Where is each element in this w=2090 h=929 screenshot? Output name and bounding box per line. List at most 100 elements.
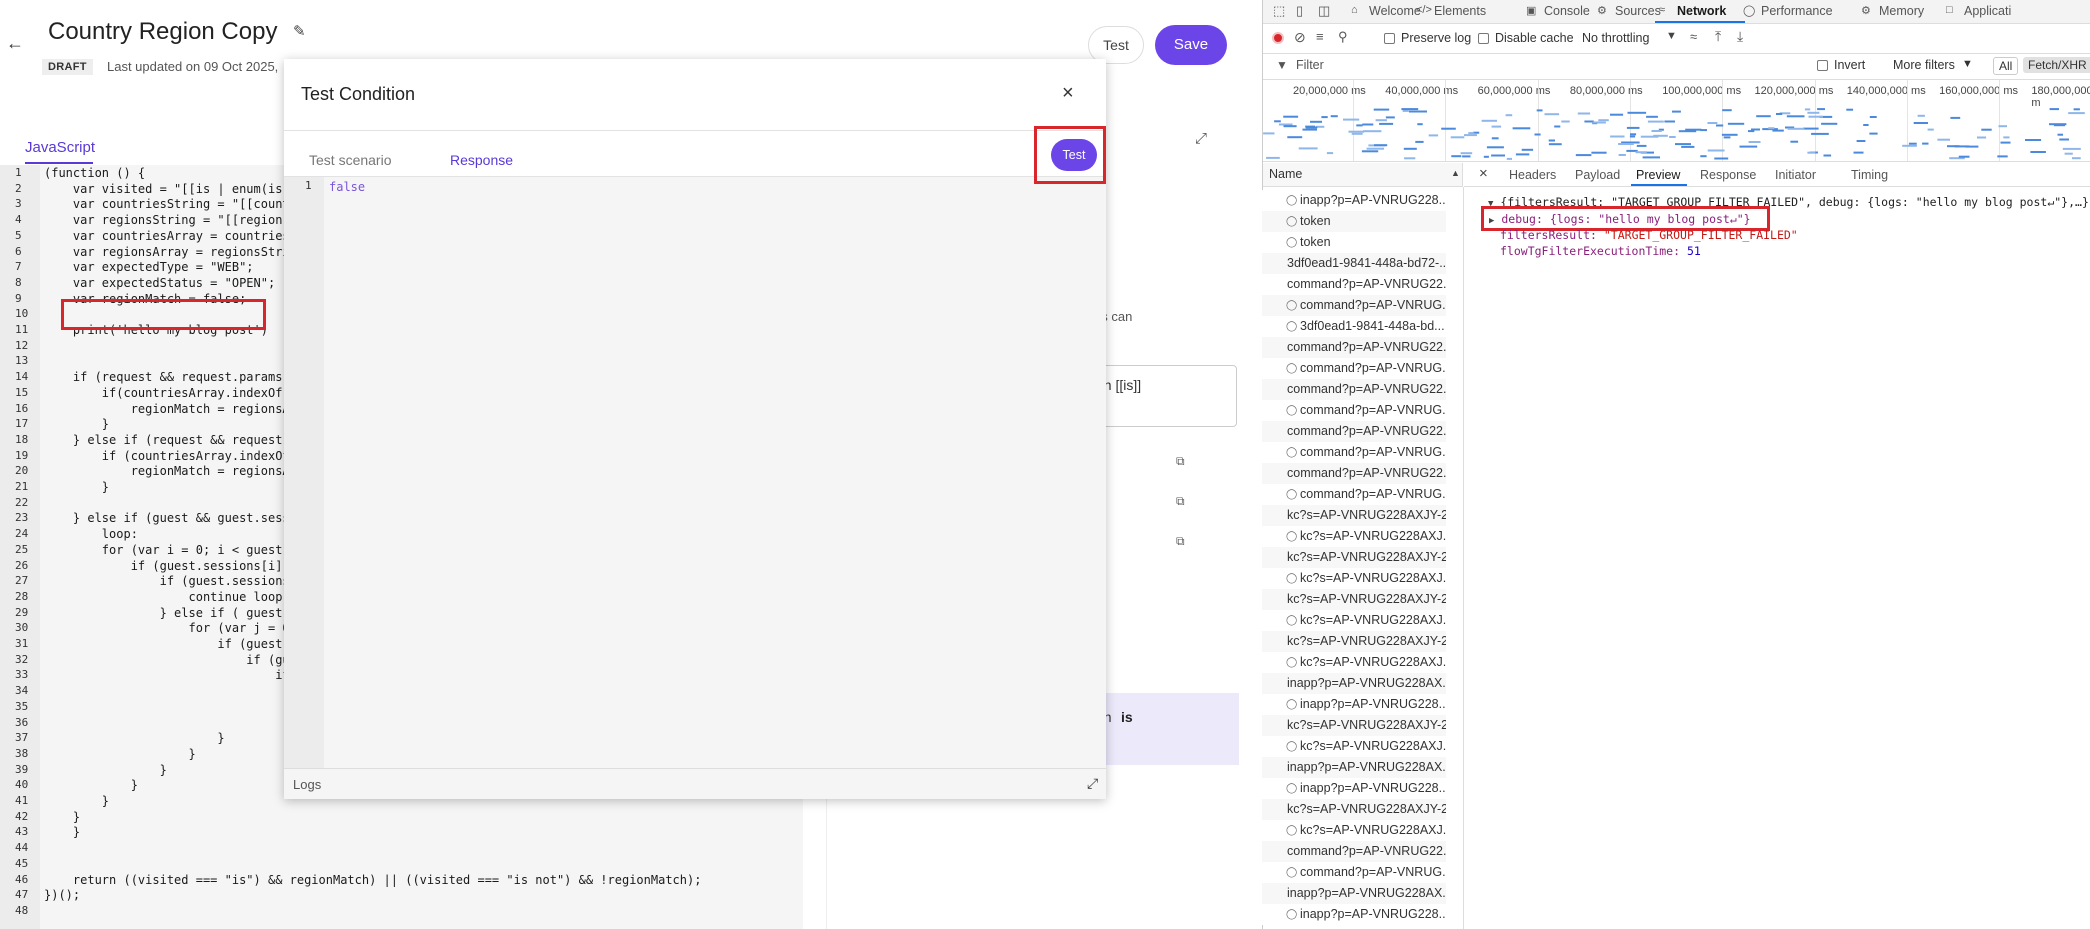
response-editor[interactable]: 1 false — [284, 176, 1106, 769]
request-row[interactable]: 3df0ead1-9841-448a-bd72-... — [1262, 253, 1446, 274]
devtools-tab[interactable]: Console — [1544, 4, 1590, 18]
detail-tab[interactable]: Headers — [1509, 168, 1556, 182]
request-row[interactable]: kc?s=AP-VNRUG228AXJY-2... — [1262, 631, 1446, 652]
request-status-icon: ◯ — [1286, 825, 1298, 836]
request-row[interactable]: command?p=AP-VNRUG22... — [1262, 463, 1446, 484]
request-row[interactable]: kc?s=AP-VNRUG228AXJY-2... — [1262, 715, 1446, 736]
devtools-tab[interactable]: Welcome — [1369, 4, 1421, 18]
disable-cache-checkbox[interactable] — [1478, 33, 1489, 44]
request-row[interactable]: command?p=AP-VNRUG22... — [1262, 337, 1446, 358]
detail-tab[interactable]: Timing — [1851, 168, 1888, 182]
devtools-tab[interactable]: Network — [1677, 4, 1726, 18]
tab-test-scenario[interactable]: Test scenario — [309, 152, 391, 168]
request-row[interactable]: ◯ 3df0ead1-9841-448a-bd... — [1262, 316, 1446, 337]
request-row[interactable]: ◯ inapp?p=AP-VNRUG228... — [1262, 190, 1446, 211]
filter-input[interactable]: Filter — [1296, 58, 1596, 72]
detail-tab[interactable]: Preview — [1636, 168, 1680, 182]
search-icon[interactable]: ⚲ — [1338, 29, 1348, 45]
timeline-bar — [1714, 157, 1729, 160]
request-row[interactable]: command?p=AP-VNRUG22... — [1262, 841, 1446, 862]
detail-tab[interactable]: Payload — [1575, 168, 1620, 182]
request-row[interactable]: kc?s=AP-VNRUG228AXJY-2... — [1262, 799, 1446, 820]
request-row[interactable]: kc?s=AP-VNRUG228AXJY-2... — [1262, 505, 1446, 526]
throttling-select[interactable]: No throttling — [1582, 31, 1649, 45]
request-row[interactable]: inapp?p=AP-VNRUG228AX... — [1262, 883, 1446, 904]
timeline-overview[interactable] — [1263, 106, 2090, 162]
request-row[interactable]: ◯ token — [1262, 232, 1446, 253]
filter-toggle-icon[interactable]: ≡ — [1316, 29, 1324, 44]
filters-key: filtersResult: — [1500, 228, 1597, 242]
copy-icon[interactable]: ⧉ — [1176, 534, 1185, 549]
tab-response[interactable]: Response — [450, 152, 513, 168]
code-line: if (co — [44, 668, 319, 683]
devtools-tab[interactable]: Memory — [1879, 4, 1924, 18]
clear-icon[interactable]: ⊘ — [1294, 29, 1306, 46]
request-row[interactable]: ◯ inapp?p=AP-VNRUG228... — [1262, 694, 1446, 715]
devtools-tab[interactable]: Applicati — [1964, 4, 2011, 18]
code-line: if (guest.sessions[i]) { — [44, 558, 305, 573]
devtools-tab[interactable]: Sources — [1615, 4, 1661, 18]
request-row[interactable]: ◯ inapp?p=AP-VNRUG228... — [1262, 778, 1446, 799]
collapse-icon[interactable]: ⤢ — [1195, 130, 1207, 147]
request-row[interactable]: ◯ command?p=AP-VNRUG... — [1262, 400, 1446, 421]
line-number: 29 — [15, 605, 29, 619]
device-icon[interactable]: ▯ — [1296, 3, 1303, 19]
copy-icon[interactable]: ⧉ — [1176, 454, 1185, 469]
request-row[interactable]: ◯ command?p=AP-VNRUG... — [1262, 358, 1446, 379]
download-icon[interactable]: ⤓ — [1737, 28, 1743, 45]
detail-tab[interactable]: Initiator — [1775, 168, 1816, 182]
timeline-bar — [1817, 108, 1825, 111]
request-row[interactable]: ◯ kc?s=AP-VNRUG228AXJ... — [1262, 568, 1446, 589]
request-row[interactable]: command?p=AP-VNRUG22... — [1262, 379, 1446, 400]
close-icon[interactable]: × — [1062, 82, 1074, 105]
copy-icon[interactable]: ⧉ — [1176, 494, 1185, 509]
preserve-log-checkbox[interactable] — [1384, 33, 1395, 44]
request-row[interactable]: ◯ token — [1262, 211, 1446, 232]
all-filter-button[interactable]: All — [1993, 57, 2019, 75]
request-row[interactable]: ◯ inapp?p=AP-VNRUG228... — [1262, 904, 1446, 925]
fetch-xhr-filter-button[interactable]: Fetch/XHR — [2023, 57, 2090, 73]
request-row[interactable]: ◯ kc?s=AP-VNRUG228AXJ... — [1262, 736, 1446, 757]
edit-title-icon[interactable]: ✎ — [293, 22, 306, 40]
upload-icon[interactable]: ⤒ — [1715, 28, 1721, 45]
request-row[interactable]: command?p=AP-VNRUG22... — [1262, 274, 1446, 295]
timeline-bar — [2025, 139, 2042, 141]
wifi-settings-icon[interactable]: ≈ — [1690, 29, 1697, 44]
request-row[interactable]: kc?s=AP-VNRUG228AXJY-2... — [1262, 547, 1446, 568]
dock-icon[interactable]: ◫ — [1318, 3, 1330, 19]
back-icon[interactable]: ← — [6, 34, 24, 52]
request-row[interactable]: ◯ command?p=AP-VNRUG... — [1262, 484, 1446, 505]
request-row[interactable]: inapp?p=AP-VNRUG228AX... — [1262, 757, 1446, 778]
chevron-down-icon[interactable]: ▼ — [1962, 58, 1973, 70]
request-row[interactable]: ◯ kc?s=AP-VNRUG228AXJ... — [1262, 652, 1446, 673]
request-row[interactable]: ◯ command?p=AP-VNRUG... — [1262, 442, 1446, 463]
save-button[interactable]: Save — [1155, 25, 1227, 65]
request-row[interactable]: ◯ command?p=AP-VNRUG... — [1262, 862, 1446, 883]
inspect-icon[interactable]: ⬚ — [1273, 3, 1285, 19]
request-row[interactable]: kc?s=AP-VNRUG228AXJY-2... — [1262, 589, 1446, 610]
code-line: continue loop; — [44, 589, 290, 604]
request-row[interactable]: ◯ kc?s=AP-VNRUG228AXJ... — [1262, 820, 1446, 841]
request-row[interactable]: inapp?p=AP-VNRUG228AX... — [1262, 673, 1446, 694]
devtools-tab[interactable]: Performance — [1761, 4, 1833, 18]
sort-icon[interactable]: ▲ — [1451, 168, 1460, 178]
timeline-bar — [1787, 127, 1805, 130]
logs-expand-icon[interactable]: ⤢ — [1087, 775, 1098, 792]
timeline-tick: 80,000,000 ms — [1569, 85, 1643, 97]
request-row[interactable]: ◯ kc?s=AP-VNRUG228AXJ... — [1262, 526, 1446, 547]
devtools-tab[interactable]: Elements — [1434, 4, 1486, 18]
timeline-bar — [1748, 141, 1761, 143]
detail-tab[interactable]: Response — [1700, 168, 1756, 182]
tab-javascript[interactable]: JavaScript — [25, 139, 95, 156]
chevron-down-icon[interactable]: ▼ — [1666, 30, 1677, 42]
more-filters-button[interactable]: More filters — [1893, 58, 1955, 72]
logs-bar[interactable]: Logs ⤢ — [284, 768, 1106, 799]
record-icon[interactable] — [1272, 32, 1284, 44]
request-row[interactable]: ◯ command?p=AP-VNRUG... — [1262, 295, 1446, 316]
request-row[interactable]: command?p=AP-VNRUG22... — [1262, 421, 1446, 442]
invert-checkbox[interactable] — [1817, 60, 1828, 71]
request-row[interactable]: ◯ kc?s=AP-VNRUG228AXJ... — [1262, 610, 1446, 631]
code-icon: </> — [1416, 4, 1432, 16]
timeline-bar — [1544, 113, 1560, 116]
close-details-icon[interactable]: × — [1479, 165, 1488, 182]
